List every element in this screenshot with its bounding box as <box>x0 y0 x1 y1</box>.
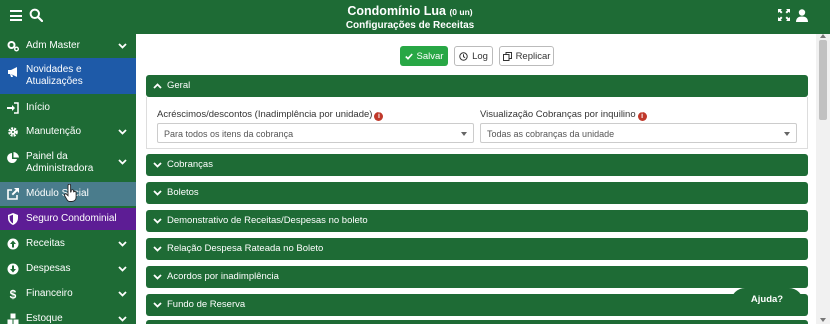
section-relacao-header[interactable]: Relação Despesa Rateada no Boleto <box>146 238 808 260</box>
sidebar-item-label: Início <box>26 102 50 113</box>
chevron-down-icon <box>153 302 162 308</box>
sidebar-item-estoque[interactable]: Estoque <box>0 311 136 324</box>
page-subtitle: Configurações de Receitas <box>345 20 475 31</box>
section-title: Geral <box>167 80 191 91</box>
cubes-icon <box>7 313 19 324</box>
chevron-down-icon <box>118 316 127 322</box>
scroll-down-arrow[interactable] <box>820 318 826 322</box>
condo-title: Condomínio Lua (0 un) <box>300 4 520 19</box>
copy-icon <box>502 51 512 61</box>
sidebar-item-label: Módulo Social <box>26 188 89 199</box>
save-button[interactable]: Salvar <box>400 46 448 66</box>
external-link-icon <box>7 188 19 200</box>
field-visualizacao-label: Visualização Cobranças por inquilino i <box>480 109 647 121</box>
field-visualizacao-label-text: Visualização Cobranças por inquilino <box>480 109 636 120</box>
section-boletos-header[interactable]: Boletos <box>146 182 808 204</box>
section-geral-header[interactable]: Geral <box>146 75 808 97</box>
section-title: Fundo de Reserva <box>167 299 246 310</box>
visualizacao-select-value: Todas as cobranças da unidade <box>487 129 615 139</box>
log-button[interactable]: Log <box>454 46 493 66</box>
chevron-up-icon <box>153 83 162 89</box>
arrow-circle-up-icon <box>7 238 19 250</box>
caret-down-icon <box>784 132 790 136</box>
sidebar-item-label: Estoque <box>26 313 63 324</box>
section-title: Cobranças <box>167 159 213 170</box>
sidebar-item-label: Seguro Condominial <box>26 213 117 224</box>
section-title: Acordos por inadimplência <box>167 271 279 282</box>
sidebar-item-inicio[interactable]: Início <box>0 100 136 116</box>
section-acordos-header[interactable]: Acordos por inadimplência <box>146 266 808 288</box>
sidebar-item-manutencao[interactable]: Manutenção <box>0 124 136 140</box>
check-icon <box>404 52 413 60</box>
shield-icon <box>8 213 18 225</box>
log-button-label: Log <box>472 50 488 62</box>
sidebar-item-receitas[interactable]: Receitas <box>0 236 136 252</box>
caret-down-icon <box>461 132 467 136</box>
help-button[interactable]: Ajuda? <box>731 288 803 314</box>
section-title: Boletos <box>167 187 199 198</box>
sidebar-item-financeiro[interactable]: $ Financeiro <box>0 286 136 302</box>
section-title: Relação Despesa Rateada no Boleto <box>167 243 324 254</box>
top-bar: Condomínio Lua (0 un) Configurações de R… <box>0 0 830 34</box>
chevron-down-icon <box>118 159 127 165</box>
info-icon[interactable]: i <box>374 112 384 121</box>
sidebar-item-label: Adm Master <box>26 40 80 51</box>
section-fundo-reserva-header[interactable]: Fundo de Reserva <box>146 294 808 316</box>
chevron-down-icon <box>153 274 162 280</box>
section-next-header[interactable] <box>146 320 808 324</box>
sidebar-item-seguro[interactable]: Seguro Condominial <box>0 208 136 230</box>
chevron-down-icon <box>153 218 162 224</box>
sidebar-item-label: Novidades e Atualizações <box>26 64 83 87</box>
sidebar-item-label: Financeiro <box>26 288 73 299</box>
chevron-down-icon <box>153 162 162 168</box>
sidebar-item-label: Manutenção <box>26 126 82 137</box>
gears-icon <box>7 41 19 52</box>
chevron-down-icon <box>118 129 127 135</box>
expand-icon[interactable] <box>778 9 790 21</box>
search-icon[interactable] <box>29 8 43 22</box>
vertical-scrollbar[interactable] <box>816 34 830 324</box>
chevron-down-icon <box>153 190 162 196</box>
dollar-icon: $ <box>10 288 17 300</box>
pie-chart-icon <box>7 152 19 163</box>
page-title-block: Condomínio Lua (0 un) Configurações de R… <box>300 4 520 32</box>
sidebar-item-label: Despesas <box>26 263 71 274</box>
sidebar-item-adm-master[interactable]: Adm Master <box>0 38 136 54</box>
field-acrescimos-label: Acréscimos/descontos (Inadimplência por … <box>157 109 384 121</box>
sign-in-icon <box>7 102 19 114</box>
replicate-button-label: Replicar <box>515 50 551 62</box>
sidebar-item-novidades[interactable]: Novidades e Atualizações <box>0 58 136 94</box>
sidebar-item-label: Painel da Administradora <box>26 151 94 174</box>
megaphone-icon <box>8 67 17 77</box>
scroll-up-arrow[interactable] <box>820 34 826 38</box>
replicate-button[interactable]: Replicar <box>499 46 554 66</box>
sidebar-item-painel[interactable]: Painel da Administradora <box>0 148 136 176</box>
scroll-thumb[interactable] <box>819 40 827 120</box>
arrow-circle-down-icon <box>7 263 19 275</box>
menu-icon[interactable] <box>10 10 22 21</box>
info-icon[interactable]: i <box>637 112 647 121</box>
unit-count: (0 un) <box>449 7 473 17</box>
section-cobrancas-header[interactable]: Cobranças <box>146 154 808 176</box>
chevron-down-icon <box>118 43 127 49</box>
gear-icon <box>8 127 18 137</box>
visualizacao-select[interactable]: Todas as cobranças da unidade <box>480 123 797 143</box>
chevron-down-icon <box>118 291 127 297</box>
save-button-label: Salvar <box>416 50 444 62</box>
sidebar-item-label: Receitas <box>26 238 65 249</box>
acrescimos-select[interactable]: Para todos os itens da cobrança <box>157 123 474 143</box>
sidebar-item-despesas[interactable]: Despesas <box>0 261 136 277</box>
chevron-down-icon <box>118 266 127 272</box>
section-title: Demonstrativo de Receitas/Despesas no bo… <box>167 215 368 226</box>
chevron-down-icon <box>118 241 127 247</box>
history-icon <box>459 51 468 61</box>
section-demonstrativo-header[interactable]: Demonstrativo de Receitas/Despesas no bo… <box>146 210 808 232</box>
user-icon[interactable] <box>796 9 808 22</box>
hand-cursor-icon <box>64 184 77 202</box>
field-acrescimos-label-text: Acréscimos/descontos (Inadimplência por … <box>157 109 373 120</box>
condo-name: Condomínio Lua <box>347 4 446 18</box>
svg-text:$: $ <box>10 288 17 300</box>
acrescimos-select-value: Para todos os itens da cobrança <box>164 129 294 139</box>
chevron-down-icon <box>153 246 162 252</box>
